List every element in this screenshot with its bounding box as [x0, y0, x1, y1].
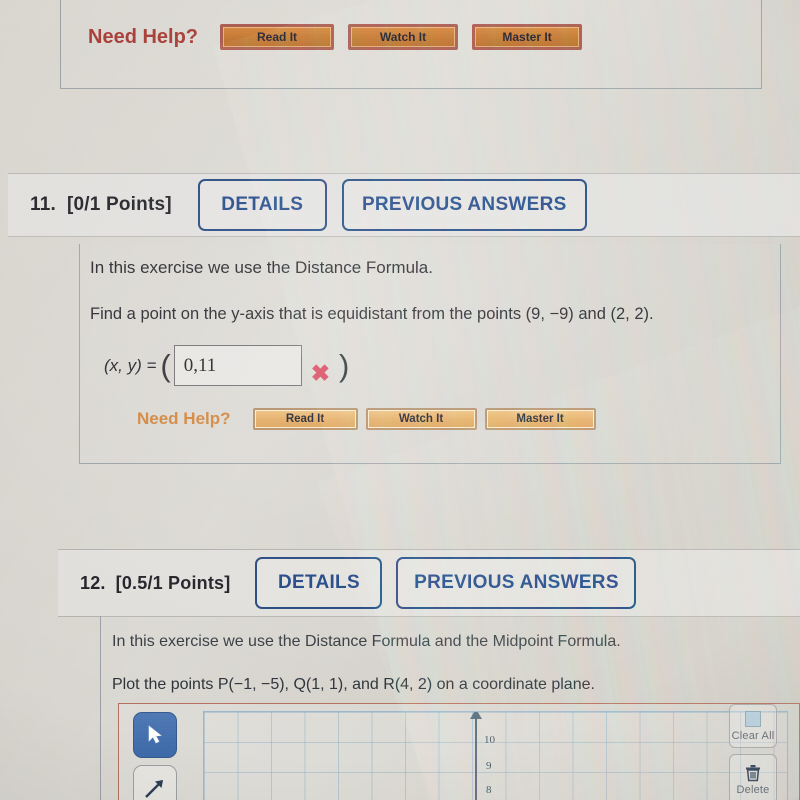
delete-button[interactable]: Delete	[729, 754, 777, 800]
question-11-header: 11. [0/1 Points] DETAILS PREVIOUS ANSWER…	[8, 173, 800, 237]
answer-coordinate-label: (x, y) =	[104, 355, 157, 375]
y-axis-tick-10: 10	[484, 734, 495, 746]
question-11-points: [0/1 Points]	[66, 194, 172, 215]
diagonal-arrow-icon	[145, 780, 163, 798]
answer-input-field[interactable]: 0,11	[173, 345, 302, 386]
y-axis	[475, 716, 477, 800]
need-help-row-q11: Need Help? Read It Watch It Master It	[137, 408, 596, 430]
question-12-header: 12. [0.5/1 Points] DETAILS PREVIOUS ANSW…	[58, 549, 800, 617]
y-axis-tick-9: 9	[486, 760, 492, 772]
read-it-button-q11[interactable]: Read It	[252, 408, 358, 430]
master-it-button-top[interactable]: Master It	[472, 24, 583, 50]
clear-all-label: Clear All	[731, 729, 775, 742]
cursor-arrow-icon	[148, 725, 162, 744]
question-12-points: [0.5/1 Points]	[115, 572, 231, 593]
question-11-previous-answers-button[interactable]: PREVIOUS ANSWERS	[341, 179, 587, 231]
master-it-button-q11[interactable]: Master It	[484, 408, 596, 430]
question-11-intro: In this exercise we use the Distance For…	[90, 258, 433, 277]
question-11-answer-row: (x, y) = ( 0,11 ✖ )	[104, 344, 349, 387]
question-12-number: 12.	[80, 572, 106, 593]
y-axis-arrow-icon	[470, 712, 482, 719]
answer-close-paren: )	[339, 348, 350, 383]
read-it-button-top[interactable]: Read It	[220, 24, 335, 50]
graph-tool-palette	[133, 712, 177, 800]
photographed-screen: Need Help? Read It Watch It Master It 11…	[0, 0, 800, 800]
need-help-row-top: Need Help? Read It Watch It Master It	[88, 24, 583, 50]
graph-grid[interactable]: 10 9 8 7	[203, 711, 788, 800]
ray-tool[interactable]	[133, 765, 177, 800]
delete-label: Delete	[736, 783, 770, 796]
y-axis-tick-8: 8	[486, 784, 492, 796]
question-11-prompt: Find a point on the y-axis that is equid…	[90, 305, 654, 323]
select-cursor-tool[interactable]	[133, 712, 177, 758]
watch-it-button-top[interactable]: Watch It	[348, 24, 459, 50]
clear-all-button[interactable]: Clear All	[729, 704, 777, 748]
question-12-details-button[interactable]: DETAILS	[255, 557, 383, 609]
question-11-details-button[interactable]: DETAILS	[197, 179, 327, 231]
question-11-number: 11.	[30, 194, 56, 215]
coordinate-plane-tool: 10 9 8 7 Clear All Delete	[118, 703, 800, 800]
answer-open-paren: (	[160, 348, 171, 383]
trash-icon	[746, 764, 760, 781]
question-12-intro: In this exercise we use the Distance For…	[112, 633, 621, 650]
need-help-label-top: Need Help?	[88, 25, 199, 48]
question-12-previous-answers-button[interactable]: PREVIOUS ANSWERS	[396, 557, 637, 609]
question-12-prompt: Plot the points P(−1, −5), Q(1, 1), and …	[112, 676, 595, 693]
watch-it-button-q11[interactable]: Watch It	[365, 408, 477, 430]
square-icon	[745, 710, 761, 727]
incorrect-x-icon: ✖	[310, 360, 331, 386]
graph-action-buttons: Clear All Delete	[729, 704, 777, 800]
need-help-label-q11: Need Help?	[137, 409, 231, 428]
